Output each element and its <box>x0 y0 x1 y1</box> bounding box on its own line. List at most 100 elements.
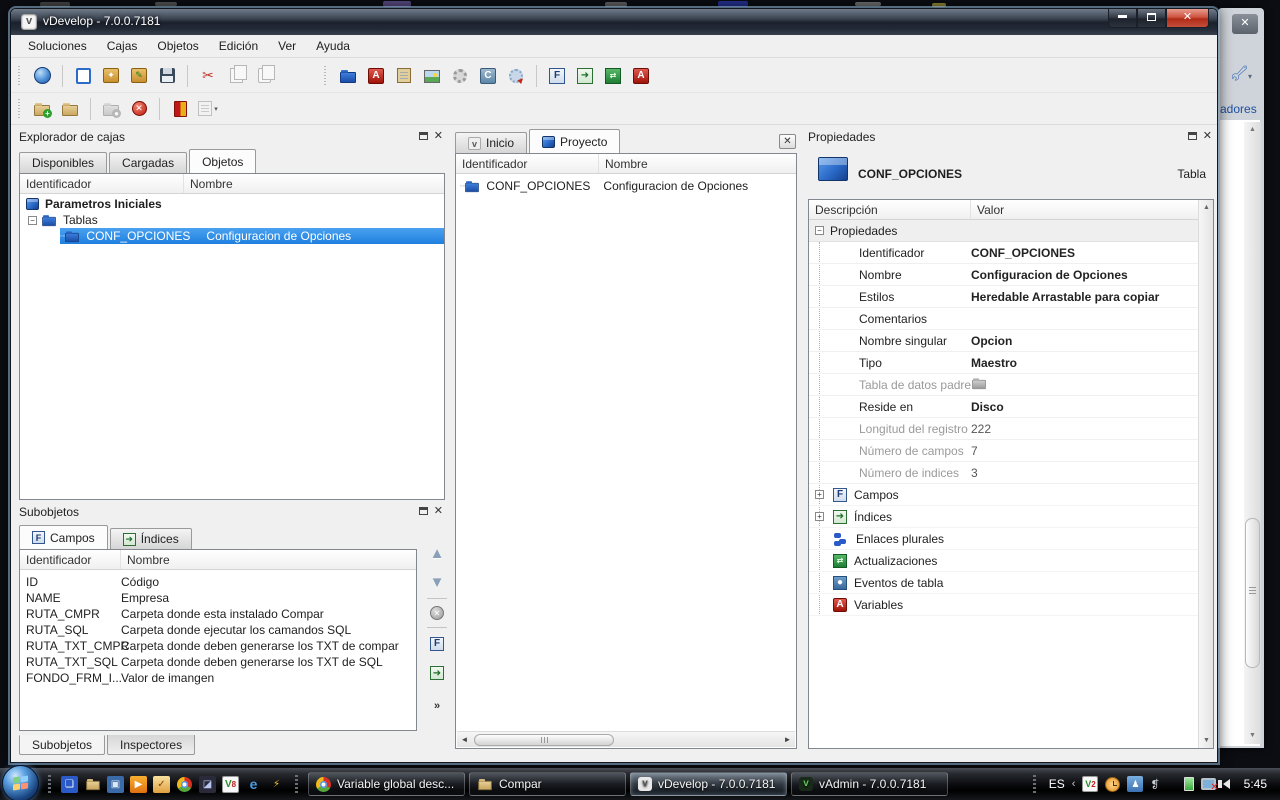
tree-row-conf-opciones-selected[interactable]: ┈ CONF_OPCIONES Configuracion de Opcione… <box>60 228 444 244</box>
tree-row-parametros[interactable]: Parametros Iniciales <box>20 196 444 212</box>
taskbar-grip[interactable] <box>1033 775 1036 793</box>
sync-clock-icon[interactable] <box>1105 777 1120 792</box>
field-row[interactable]: RUTA_TXT_SQLCarpeta donde deben generars… <box>20 654 416 670</box>
scroll-down-icon[interactable]: ▼ <box>1199 733 1214 748</box>
close-all-button[interactable]: ✕ <box>125 96 153 122</box>
scrollbar-thumb[interactable] <box>474 734 614 746</box>
edit-button[interactable]: ✎ <box>125 63 153 89</box>
bookmark-link[interactable]: adores <box>1220 102 1257 116</box>
taskbar-grip[interactable] <box>48 775 51 793</box>
remote-desktop-icon[interactable]: ▣ <box>107 776 124 793</box>
maximize-button[interactable] <box>1137 9 1166 28</box>
volume-icon[interactable] <box>1223 779 1230 789</box>
tab-indices[interactable]: ➜ Índices <box>110 528 192 549</box>
language-indicator[interactable]: ES <box>1049 777 1065 791</box>
title-bar[interactable]: v vDevelop - 7.0.0.7181 ✕ <box>11 9 1217 35</box>
wireless-icon[interactable]: ❡ <box>1150 778 1159 791</box>
property-row[interactable]: IdentificadorCONF_OPCIONES <box>809 242 1198 264</box>
new-table-variable-button[interactable]: A <box>627 63 655 89</box>
new-button[interactable] <box>69 63 97 89</box>
field-row[interactable]: FONDO_FRM_I...Valor de imangen <box>20 670 416 686</box>
scroll-up-icon[interactable]: ▲ <box>1199 200 1214 215</box>
field-row[interactable]: RUTA_SQLCarpeta donde ejecutar los caman… <box>20 622 416 638</box>
new-update-button[interactable]: ⇄ <box>599 63 627 89</box>
property-row[interactable]: Comentarios <box>809 308 1198 330</box>
close-panel-icon[interactable]: ✕ <box>434 131 443 141</box>
toolbar-grip[interactable] <box>324 66 329 86</box>
internet-explorer-icon[interactable]: e <box>245 776 262 793</box>
new-wizard-button[interactable] <box>502 63 530 89</box>
workspace-row-conf-opciones[interactable]: ┈ CONF_OPCIONES Configuracion de Opcione… <box>456 178 796 194</box>
field-row[interactable]: NAMEEmpresa <box>20 590 416 606</box>
folder-icon[interactable] <box>84 776 101 793</box>
property-row[interactable]: TipoMaestro <box>809 352 1198 374</box>
float-panel-icon[interactable] <box>419 507 428 515</box>
field-row[interactable]: RUTA_CMPRCarpeta donde esta instalado Co… <box>20 606 416 622</box>
column-header-nombre[interactable]: Nombre <box>184 174 444 193</box>
section-variables[interactable]: A Variables <box>809 594 1198 616</box>
column-header-descripcion[interactable]: Descripción <box>809 200 971 219</box>
scroll-up-icon[interactable]: ▲ <box>1244 122 1261 138</box>
new-class-button[interactable]: C <box>474 63 502 89</box>
toolbar-grip[interactable] <box>18 66 23 86</box>
paste-button[interactable] <box>250 63 278 89</box>
property-row[interactable]: NombreConfiguracion de Opciones <box>809 264 1198 286</box>
save-button[interactable] <box>153 63 181 89</box>
tree-row-tablas[interactable]: − Tablas <box>20 212 444 228</box>
scroll-right-icon[interactable]: ► <box>780 732 795 748</box>
horizontal-scrollbar[interactable]: ◄ ► <box>457 731 795 747</box>
section-enlaces-plurales[interactable]: Enlaces plurales <box>809 528 1198 550</box>
expand-expander-icon[interactable]: + <box>815 512 824 521</box>
column-header-nombre[interactable]: Nombre <box>599 154 796 173</box>
taskbar-grip[interactable] <box>295 775 298 793</box>
media-player-icon[interactable]: ▶ <box>130 776 147 793</box>
move-down-button[interactable]: ▼ <box>430 574 445 591</box>
section-indices[interactable]: + ➜ Índices <box>809 506 1198 528</box>
menu-edicion[interactable]: Edición <box>210 36 267 56</box>
new-field-button[interactable]: F <box>430 635 444 651</box>
background-browser-window[interactable]: ✕ 🔧︎ ▾ adores ▲ ▼ <box>1218 8 1264 748</box>
workspace-close-button[interactable]: ✕ <box>779 134 796 149</box>
section-actualizaciones[interactable]: ⇄ Actualizaciones <box>809 550 1198 572</box>
new-index-button[interactable]: ➜ <box>430 665 444 681</box>
delete-button[interactable]: ✕ <box>430 606 444 620</box>
minimize-button[interactable] <box>1108 9 1137 28</box>
scroll-left-icon[interactable]: ◄ <box>457 732 472 748</box>
property-row[interactable]: Nombre singularOpcion <box>809 330 1198 352</box>
open-button[interactable]: ✦ <box>97 63 125 89</box>
column-header-valor[interactable]: Valor <box>971 200 1198 219</box>
cut-button[interactable]: ✂ <box>194 63 222 89</box>
open-box-add-button[interactable]: + <box>28 96 56 122</box>
collapse-toolbar-button[interactable]: » <box>434 698 440 712</box>
open-box-button[interactable] <box>56 96 84 122</box>
copy-button[interactable] <box>222 63 250 89</box>
usb-device-icon[interactable] <box>1184 777 1194 791</box>
collapse-expander-icon[interactable]: − <box>28 216 37 225</box>
toolbar-grip[interactable] <box>18 99 23 119</box>
tab-disponibles[interactable]: Disponibles <box>19 152 107 173</box>
menu-ver[interactable]: Ver <box>269 36 305 56</box>
tab-objetos[interactable]: Objetos <box>189 149 256 173</box>
expand-expander-icon[interactable]: + <box>815 490 824 499</box>
diary-button[interactable] <box>166 96 194 122</box>
column-header-nombre[interactable]: Nombre <box>121 550 416 569</box>
velneo-tray-icon[interactable]: V2 <box>1082 776 1098 792</box>
new-table-button[interactable] <box>334 63 362 89</box>
column-header-identificador[interactable]: Identificador <box>20 174 184 193</box>
taskbar-button-variable-global[interactable]: Variable global desc... <box>308 772 465 796</box>
velneo-icon[interactable]: V8 <box>222 776 239 793</box>
menu-objetos[interactable]: Objetos <box>148 36 207 56</box>
float-panel-icon[interactable] <box>1188 132 1197 140</box>
float-panel-icon[interactable] <box>419 132 428 140</box>
scrollbar-thumb[interactable] <box>1245 518 1260 668</box>
property-row[interactable]: Longitud del registro222 <box>809 418 1198 440</box>
new-form-button[interactable] <box>390 63 418 89</box>
section-eventos-de-tabla[interactable]: ● Eventos de tabla <box>809 572 1198 594</box>
lightning-icon[interactable]: ⚡︎ <box>268 776 285 793</box>
bottom-tab-inspectores[interactable]: Inspectores <box>107 735 195 755</box>
close-button[interactable]: ✕ <box>1166 9 1209 28</box>
window-switcher-icon[interactable]: ❏ <box>61 776 78 793</box>
property-row[interactable]: Tabla de datos padre <box>809 374 1198 396</box>
new-global-variable-button[interactable]: A <box>362 63 390 89</box>
section-campos[interactable]: + F Campos <box>809 484 1198 506</box>
